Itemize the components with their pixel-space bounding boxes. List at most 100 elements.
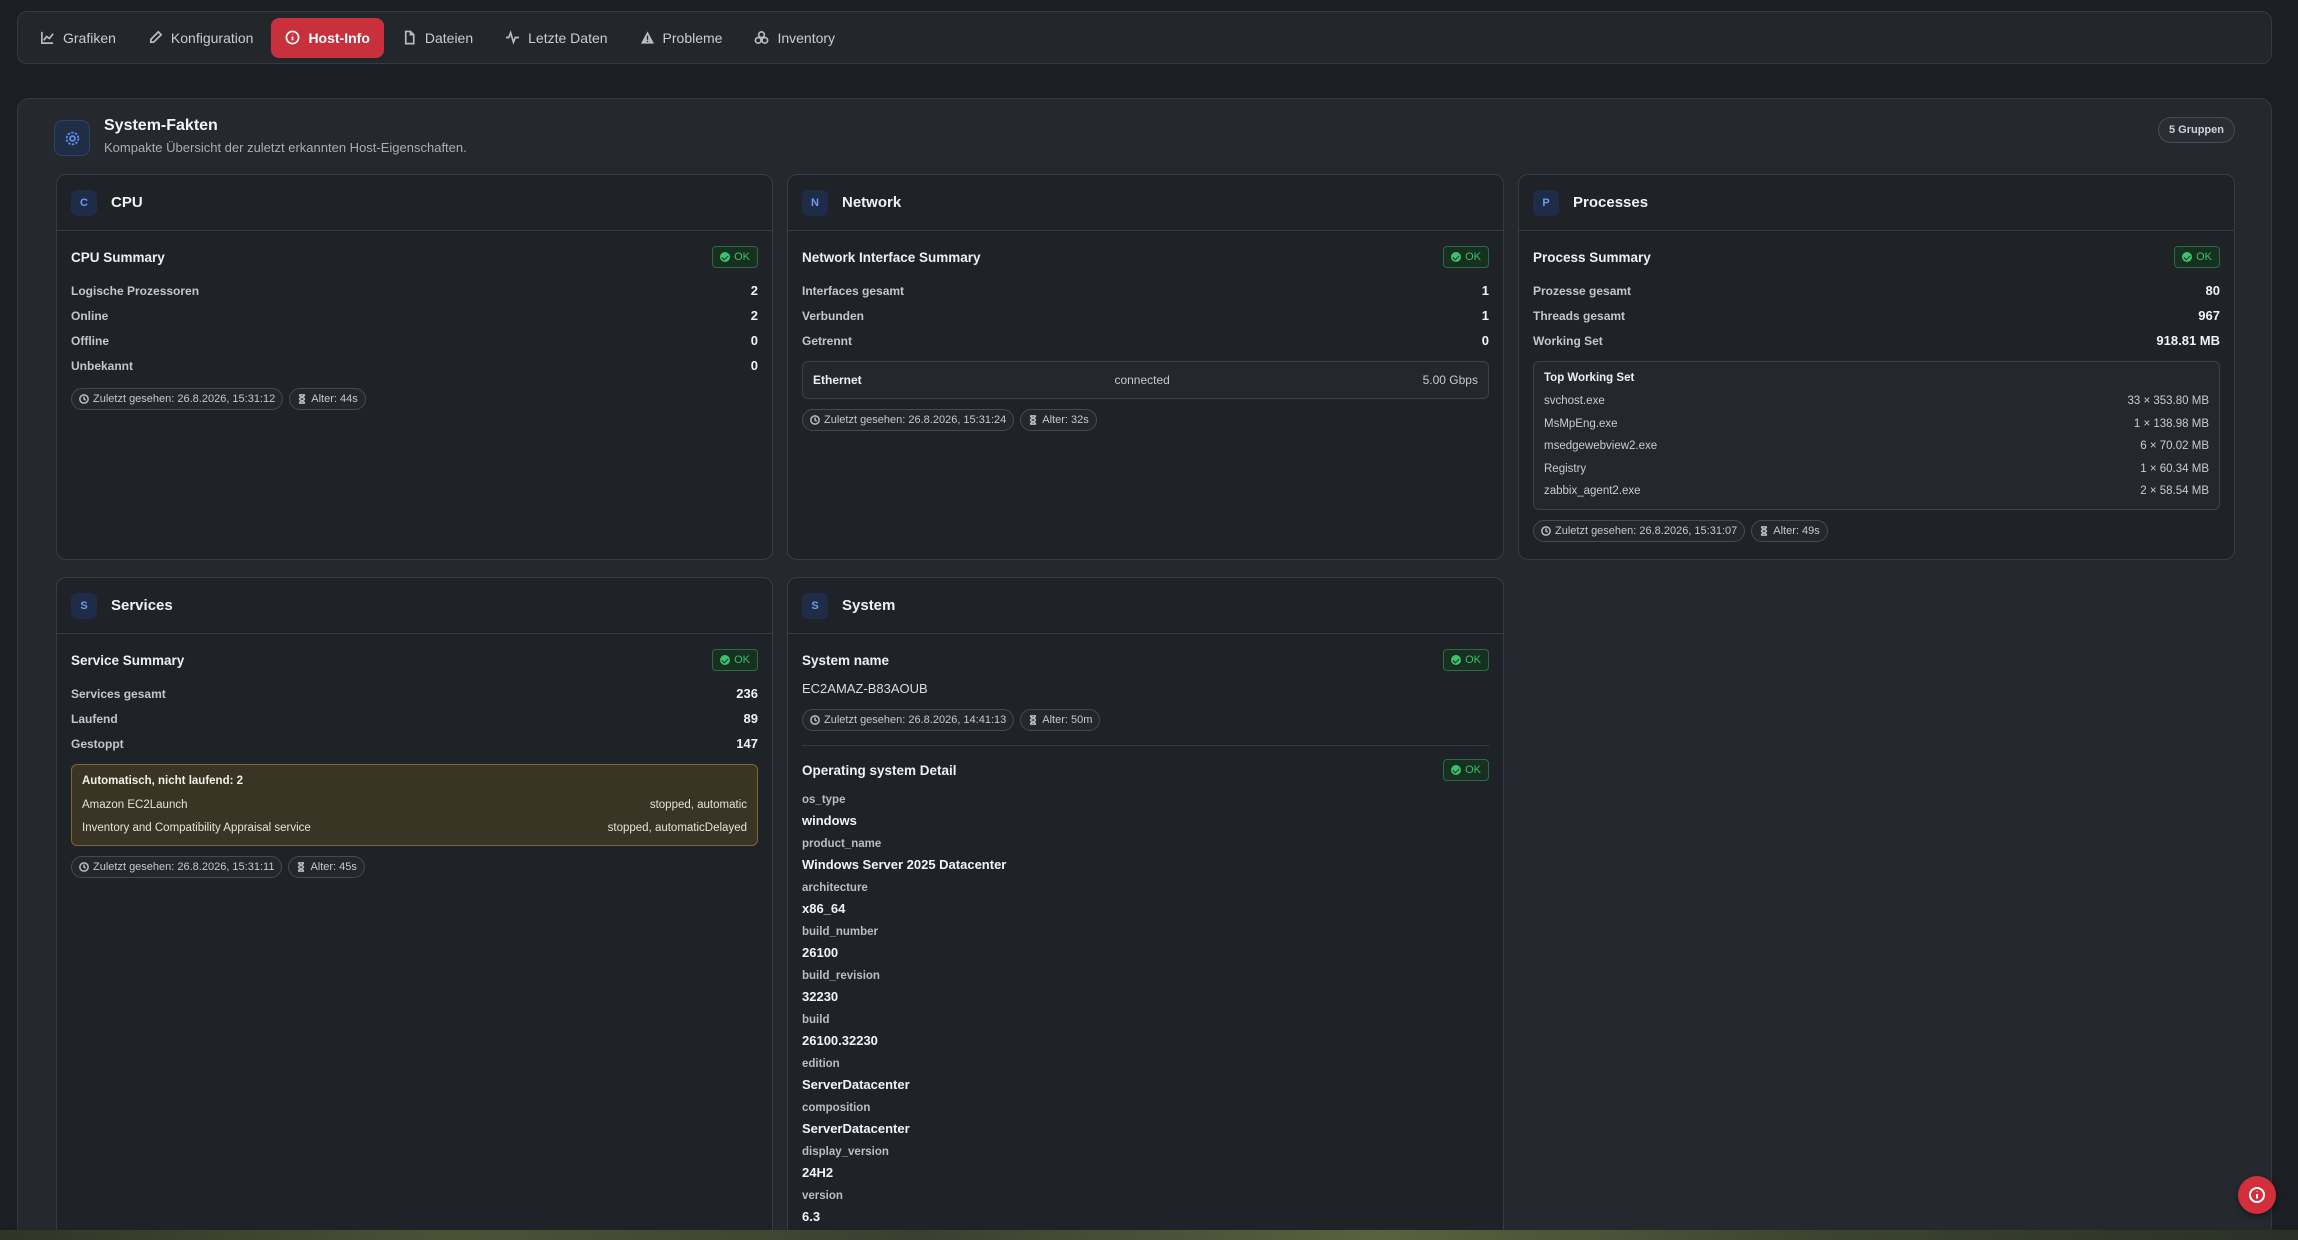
tab-label: Letzte Daten (528, 29, 608, 46)
age-chip: Alter: 49s (1751, 519, 1828, 542)
status-badge: OK (712, 649, 758, 671)
group-count-badge: 5 Gruppen (2157, 117, 2235, 143)
tab-host-info[interactable]: Host-Info (271, 17, 384, 58)
section-title: Process Summary (1533, 249, 1651, 265)
check-icon (720, 252, 731, 262)
last-seen-chip: Zuletzt gesehen: 26.8.2026, 15:31:12 (71, 388, 284, 410)
tab-dateien[interactable]: Dateien (388, 18, 487, 58)
tab-label: Inventory (777, 29, 836, 46)
box-title: Top Working Set (1544, 372, 1635, 384)
warning-title: Automatisch, nicht laufend: 2 (82, 775, 244, 787)
attr-value: 32230 (802, 989, 839, 1004)
card-header: N Network (788, 175, 1503, 231)
tab-label: Dateien (424, 29, 474, 46)
tab-inventory[interactable]: Inventory (740, 18, 849, 58)
network-card: N Network Network Interface Summary OK I… (787, 174, 1504, 560)
card-title: System (842, 597, 896, 614)
card-letter-badge: N (802, 189, 828, 216)
attr-value: 26100.32230 (802, 1033, 878, 1048)
age-chip: Alter: 44s (289, 388, 366, 410)
clock-icon (79, 394, 89, 404)
tab-grafiken[interactable]: Grafiken (26, 18, 130, 58)
info-fab-button[interactable] (2238, 1176, 2276, 1214)
tab-letzte-daten[interactable]: Letzte Daten (491, 18, 621, 58)
status-badge: OK (1443, 246, 1489, 268)
list-item: svchost.exe 33 × 353.80 MB (1544, 395, 2209, 408)
gear-icon (65, 131, 79, 145)
card-title: CPU (111, 194, 143, 211)
list-item: Inventory and Compatibility Appraisal se… (82, 821, 747, 834)
list-item: MsMpEng.exe 1 × 138.98 MB (1544, 417, 2209, 430)
last-seen-chip: Zuletzt gesehen: 26.8.2026, 14:41:13 (802, 709, 1015, 731)
section-title: System name (802, 652, 890, 668)
attr-value: windows (802, 813, 857, 828)
boxes-icon (755, 31, 769, 44)
attr-key: build_revision (802, 970, 880, 982)
attr-key: composition (802, 1102, 871, 1114)
kv-row: Prozesse gesamt 80 (1533, 283, 2220, 298)
hourglass-icon (1030, 715, 1037, 725)
card-letter-badge: S (802, 592, 828, 619)
list-item: msedgewebview2.exe 6 × 70.02 MB (1544, 440, 2209, 453)
pencil-icon (149, 30, 163, 44)
check-icon (1451, 765, 1462, 775)
card-header: C CPU (57, 175, 772, 231)
settings-badge (54, 120, 90, 156)
panel-subtitle: Kompakte Übersicht der zuletzt erkannten… (104, 140, 467, 155)
tab-probleme[interactable]: Probleme (626, 18, 737, 58)
clock-icon (810, 415, 820, 425)
interface-box: Ethernet connected 5.00 Gbps (802, 361, 1489, 399)
activity-icon (506, 30, 520, 45)
age-chip: Alter: 50m (1020, 709, 1101, 731)
last-seen-chip: Zuletzt gesehen: 26.8.2026, 15:31:11 (71, 856, 283, 878)
hourglass-icon (1030, 415, 1037, 425)
check-icon (1451, 252, 1462, 262)
background-strip (0, 1230, 2298, 1240)
list-item: zabbix_agent2.exe 2 × 58.54 MB (1544, 485, 2209, 498)
list-item: Amazon EC2Launch stopped, automatic (82, 798, 747, 811)
list-item: Registry 1 × 60.34 MB (1544, 462, 2209, 475)
card-title: Network (842, 194, 902, 211)
tab-bar: Grafiken Konfiguration Host-Info Dateien… (17, 11, 2272, 64)
kv-row: Verbunden 1 (802, 308, 1489, 323)
attr-value: Windows Server 2025 Datacenter (802, 857, 1007, 872)
section-title: Operating system Detail (802, 762, 957, 778)
section-title: Network Interface Summary (802, 249, 981, 265)
kv-row: Offline 0 (71, 333, 758, 348)
hourglass-icon (299, 394, 306, 404)
attr-value: ServerDatacenter (802, 1121, 910, 1136)
attr-key: version (802, 1190, 843, 1202)
attr-value: x86_64 (802, 901, 846, 916)
chart-line-icon (41, 31, 54, 44)
status-badge: OK (2174, 246, 2220, 268)
os-attributes: os_type windows product_name Windows Ser… (802, 791, 1489, 1234)
attr-value: 26100 (802, 945, 839, 960)
last-seen-chip: Zuletzt gesehen: 26.8.2026, 15:31:24 (802, 409, 1015, 431)
kv-row: Online 2 (71, 308, 758, 323)
tab-konfiguration[interactable]: Konfiguration (134, 18, 268, 58)
kv-row: Services gesamt 236 (71, 686, 758, 701)
kv-row: Logische Prozessoren 2 (71, 283, 758, 298)
processes-card: P Processes Process Summary OK Prozesse … (1518, 174, 2235, 560)
panel-header: System-Fakten Kompakte Übersicht der zul… (54, 117, 467, 156)
clock-icon (1541, 525, 1551, 536)
section-title: Service Summary (71, 652, 185, 668)
status-badge: OK (1443, 759, 1489, 781)
card-letter-badge: P (1533, 189, 1559, 216)
info-circle-icon (2249, 1187, 2265, 1203)
info-circle-icon (286, 30, 300, 45)
system-card: S System System name OK EC2AMAZ-B83AOUB … (787, 577, 1504, 1240)
age-chip: Alter: 45s (288, 856, 365, 878)
card-header: S Services (57, 578, 772, 634)
warning-icon (640, 31, 654, 44)
tab-label: Konfiguration (170, 29, 254, 46)
system-facts-panel: System-Fakten Kompakte Übersicht der zul… (17, 98, 2272, 1240)
card-title: Processes (1573, 194, 1649, 211)
card-header: S System (788, 578, 1503, 634)
system-name-value: EC2AMAZ-B83AOUB (802, 681, 928, 696)
hourglass-icon (1761, 525, 1768, 536)
kv-row: Gestoppt 147 (71, 736, 758, 751)
kv-row: Getrennt 0 (802, 333, 1489, 348)
tab-label: Probleme (662, 29, 723, 46)
kv-row: Unbekannt 0 (71, 358, 758, 373)
